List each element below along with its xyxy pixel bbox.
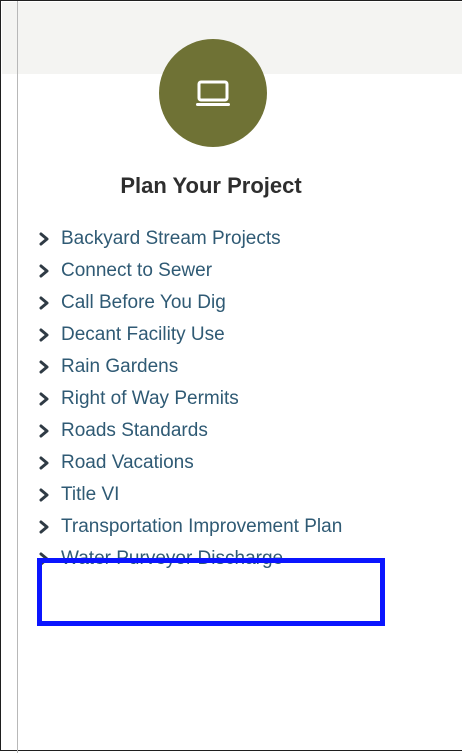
link-label[interactable]: Transportation Improvement Plan — [61, 511, 361, 543]
link-label[interactable]: Connect to Sewer — [61, 255, 419, 287]
chevron-right-icon — [39, 543, 61, 575]
chevron-right-icon — [39, 255, 61, 287]
chevron-right-icon — [39, 287, 61, 319]
chevron-right-icon — [39, 223, 61, 255]
link-label[interactable]: Roads Standards — [61, 415, 419, 447]
left-divider — [17, 1, 18, 753]
link-label[interactable]: Decant Facility Use — [61, 319, 419, 351]
link-water-purveyor-discharge[interactable]: Water Purveyor Discharge — [39, 543, 419, 575]
chevron-right-icon — [39, 351, 61, 383]
panel-frame: Plan Your Project Backyard Stream Projec… — [0, 0, 462, 753]
chevron-right-icon — [39, 511, 61, 543]
link-label[interactable]: Title VI — [61, 479, 419, 511]
link-rain-gardens[interactable]: Rain Gardens — [39, 351, 419, 383]
link-label[interactable]: Right of Way Permits — [61, 383, 419, 415]
link-label[interactable]: Road Vacations — [61, 447, 419, 479]
link-label[interactable]: Water Purveyor Discharge — [61, 543, 419, 575]
link-connect-to-sewer[interactable]: Connect to Sewer — [39, 255, 419, 287]
link-call-before-you-dig[interactable]: Call Before You Dig — [39, 287, 419, 319]
link-title-vi[interactable]: Title VI — [39, 479, 419, 511]
link-label[interactable]: Rain Gardens — [61, 351, 419, 383]
link-decant-facility-use[interactable]: Decant Facility Use — [39, 319, 419, 351]
project-links-list: Backyard Stream Projects Connect to Sewe… — [39, 223, 419, 575]
chevron-right-icon — [39, 479, 61, 511]
link-backyard-stream-projects[interactable]: Backyard Stream Projects — [39, 223, 419, 255]
link-right-of-way-permits[interactable]: Right of Way Permits — [39, 383, 419, 415]
section-title: Plan Your Project — [120, 173, 302, 198]
link-roads-standards[interactable]: Roads Standards — [39, 415, 419, 447]
section-icon-badge — [159, 39, 267, 147]
chevron-right-icon — [39, 383, 61, 415]
chevron-right-icon — [39, 415, 61, 447]
link-transportation-improvement-plan[interactable]: Transportation Improvement Plan — [39, 511, 419, 543]
link-label[interactable]: Backyard Stream Projects — [61, 223, 419, 255]
link-label[interactable]: Call Before You Dig — [61, 287, 419, 319]
chevron-right-icon — [39, 319, 61, 351]
chevron-right-icon — [39, 447, 61, 479]
laptop-icon — [193, 78, 233, 108]
link-road-vacations[interactable]: Road Vacations — [39, 447, 419, 479]
